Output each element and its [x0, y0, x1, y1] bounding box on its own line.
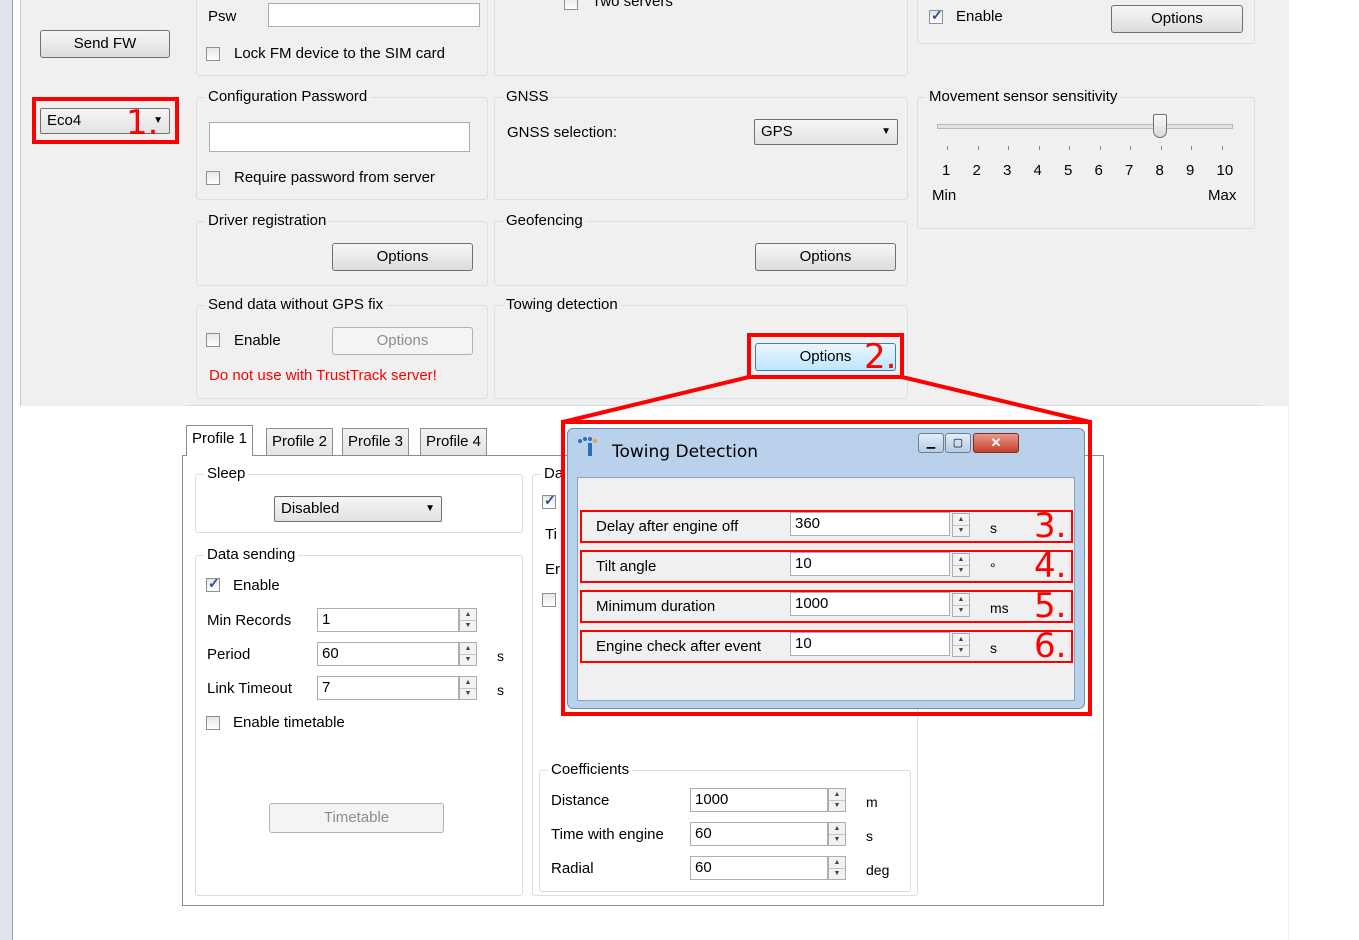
tab-profile-1[interactable]: Profile 1 — [186, 425, 254, 456]
dialog-title: Towing Detection — [612, 442, 759, 462]
app-logo-icon — [576, 435, 600, 459]
maximize-icon[interactable]: ▢ — [945, 433, 971, 453]
annotation-marker-5: 5. — [1034, 586, 1067, 626]
dialog-row-highlight — [580, 510, 1073, 543]
minimize-icon[interactable]: ▁ — [918, 433, 944, 453]
annotation-marker-4: 4. — [1034, 546, 1067, 586]
dialog-row-highlight — [580, 630, 1073, 663]
app-logo-icon-svg — [578, 437, 597, 456]
callout-line-left — [562, 375, 750, 424]
annotation-marker-6: 6. — [1034, 626, 1067, 666]
dialog-row-highlight — [580, 550, 1073, 583]
callout-line-right — [901, 375, 1091, 424]
annotation-marker-3: 3. — [1034, 506, 1067, 546]
close-icon[interactable]: ✕ — [973, 433, 1019, 453]
dialog-row-highlight — [580, 590, 1073, 623]
